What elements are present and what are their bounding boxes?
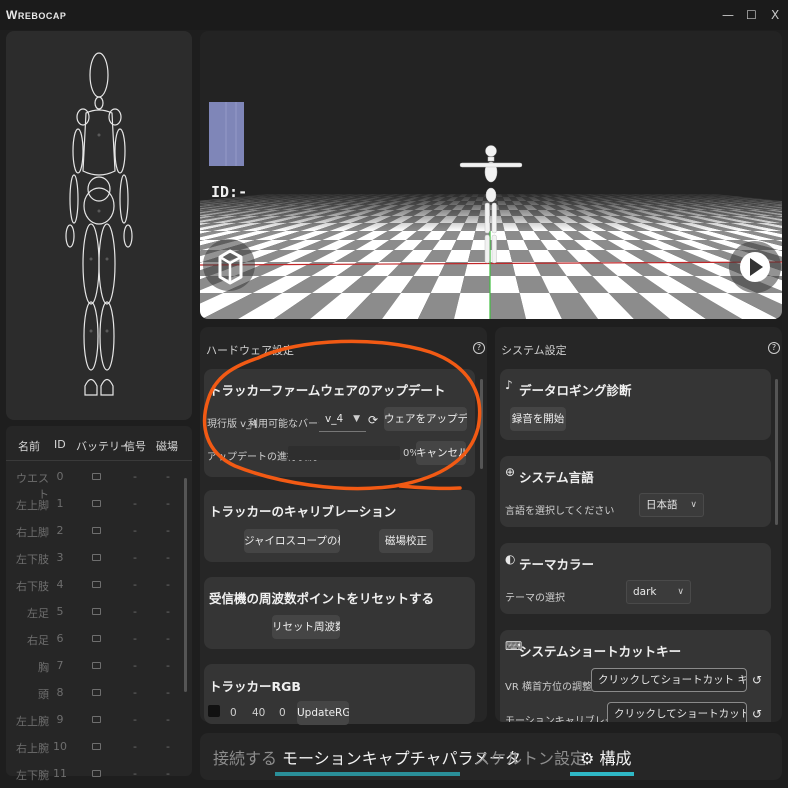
tab-configuration-label: 構成 — [599, 749, 632, 768]
tab-config-underline — [570, 772, 634, 776]
gear-icon: ⚙ — [580, 749, 595, 768]
tab-skeleton-settings[interactable]: スケルトン設定 — [474, 745, 586, 769]
tab-motion-underline — [275, 772, 460, 776]
tab-connect[interactable]: 接続する — [213, 745, 277, 769]
tab-configuration[interactable]: ⚙ 構成 — [580, 745, 631, 769]
annotation-circle — [202, 339, 482, 491]
